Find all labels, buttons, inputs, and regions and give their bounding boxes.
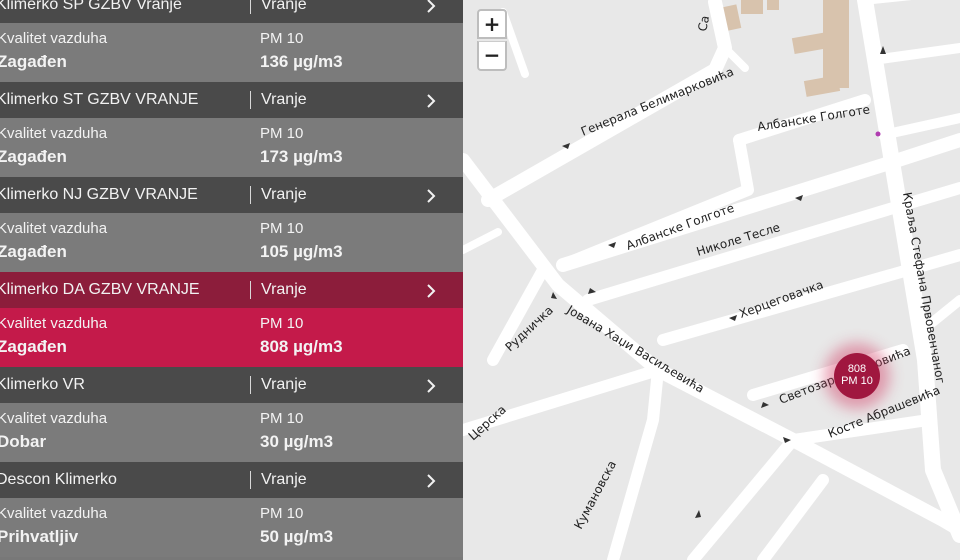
station-name: Klimerko SP GZBV Vranje [0, 0, 182, 13]
station-details: Kvalitet vazduha Zagađen PM 10 136 µg/m3 [0, 23, 463, 82]
quality-value: Zagađen [0, 242, 67, 261]
chevron-right-icon[interactable] [424, 0, 438, 13]
pollutant-label: PM 10 [260, 30, 304, 47]
station-details: Kvalitet vazduha Zagađen PM 10 105 µg/m3 [0, 213, 463, 272]
station-name: Klimerko DA GZBV VRANJE [0, 281, 200, 298]
quality-label: Kvalitet vazduha [0, 505, 108, 522]
pollutant-label: PM 10 [260, 220, 304, 237]
station-list: Klimerko SP GZBV Vranje Vranje Kvalitet … [0, 0, 463, 560]
quality-label: Kvalitet vazduha [0, 410, 108, 427]
pollutant-value: 30 µg/m3 [260, 432, 334, 451]
quality-label: Kvalitet vazduha [0, 220, 108, 237]
chevron-right-icon[interactable] [424, 284, 438, 298]
quality-value: Zagađen [0, 337, 67, 356]
quality-value: Prihvatljiv [0, 527, 79, 546]
station-details: Kvalitet vazduha Dobar PM 10 30 µg/m3 [0, 403, 463, 462]
station-header[interactable]: Klimerko DA GZBV VRANJE Vranje [0, 272, 463, 308]
zoom-out-button[interactable]: − [477, 41, 507, 71]
station-city: Vranje [261, 91, 307, 108]
station-item[interactable]: Descon Klimerko Vranje Kvalitet vazduha … [0, 462, 463, 557]
station-details: Kvalitet vazduha Prihvatljiv PM 10 50 µg… [0, 498, 463, 557]
pollutant-label: PM 10 [260, 505, 304, 522]
divider [250, 281, 251, 299]
quality-label: Kvalitet vazduha [0, 125, 108, 142]
chevron-right-icon[interactable] [424, 379, 438, 393]
map[interactable]: Генерала Белимарковића Албанске Голготе … [463, 0, 960, 560]
station-name: Klimerko ST GZBV VRANJE [0, 91, 199, 108]
marker-value: 808 [847, 363, 867, 375]
quality-label: Kvalitet vazduha [0, 30, 108, 47]
station-name: Klimerko NJ GZBV VRANJE [0, 186, 198, 203]
divider [250, 471, 251, 489]
station-item[interactable]: Klimerko NJ GZBV VRANJE Vranje Kvalitet … [0, 177, 463, 272]
station-item[interactable]: Klimerko ST GZBV VRANJE Vranje Kvalitet … [0, 82, 463, 177]
map-dot [875, 131, 881, 137]
pollutant-label: PM 10 [260, 125, 304, 142]
station-details: Kvalitet vazduha Zagađen PM 10 808 µg/m3 [0, 308, 463, 367]
divider [250, 376, 251, 394]
station-header[interactable]: Klimerko NJ GZBV VRANJE Vranje [0, 177, 463, 213]
pollutant-value: 50 µg/m3 [260, 527, 334, 546]
station-item-selected[interactable]: Klimerko DA GZBV VRANJE Vranje Kvalitet … [0, 272, 463, 367]
pollutant-label: PM 10 [260, 315, 304, 332]
chevron-right-icon[interactable] [424, 94, 438, 108]
station-details: Kvalitet vazduha Zagađen PM 10 173 µg/m3 [0, 118, 463, 177]
pollutant-value: 105 µg/m3 [260, 242, 343, 261]
quality-label: Kvalitet vazduha [0, 315, 108, 332]
map-canvas[interactable]: Генерала Белимарковића Албанске Голготе … [463, 0, 960, 560]
chevron-right-icon[interactable] [424, 474, 438, 488]
station-city: Vranje [261, 0, 307, 13]
divider [250, 91, 251, 109]
station-city: Vranje [261, 471, 307, 488]
quality-value: Zagađen [0, 52, 67, 71]
station-city: Vranje [261, 186, 307, 203]
station-header[interactable]: Klimerko ST GZBV VRANJE Vranje [0, 82, 463, 118]
station-marker[interactable]: 808 PM 10 [834, 353, 880, 399]
quality-value: Dobar [0, 432, 47, 451]
divider [250, 186, 251, 204]
station-header[interactable]: Klimerko SP GZBV Vranje Vranje [0, 0, 463, 23]
pollutant-label: PM 10 [260, 410, 304, 427]
pollutant-value: 173 µg/m3 [260, 147, 343, 166]
station-header[interactable]: Klimerko VR Vranje [0, 367, 463, 403]
zoom-in-button[interactable]: + [477, 9, 507, 39]
station-item[interactable]: Klimerko VR Vranje Kvalitet vazduha Doba… [0, 367, 463, 462]
marker-pollutant: PM 10 [841, 375, 873, 387]
divider [250, 0, 251, 14]
station-header[interactable]: Descon Klimerko Vranje [0, 462, 463, 498]
station-name: Klimerko VR [0, 376, 85, 393]
quality-value: Zagađen [0, 147, 67, 166]
station-city: Vranje [261, 281, 307, 298]
station-item[interactable]: Klimerko SP GZBV Vranje Vranje Kvalitet … [0, 0, 463, 82]
pollutant-value: 808 µg/m3 [260, 337, 343, 356]
station-city: Vranje [261, 376, 307, 393]
pollutant-value: 136 µg/m3 [260, 52, 343, 71]
station-name: Descon Klimerko [0, 471, 117, 488]
chevron-right-icon[interactable] [424, 189, 438, 203]
